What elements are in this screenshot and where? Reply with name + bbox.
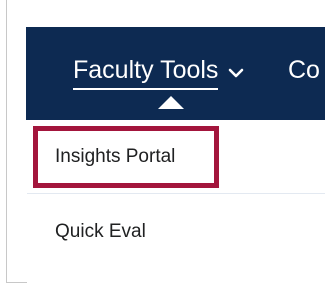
faculty-tools-dropdown: Insights Portal Quick Eval xyxy=(27,120,325,283)
menu-item-insights-portal[interactable]: Insights Portal xyxy=(27,120,325,194)
menu-item-quick-eval[interactable]: Quick Eval xyxy=(27,194,325,270)
nav-faculty-tools-label: Faculty Tools xyxy=(73,55,219,90)
dropdown-caret xyxy=(158,96,184,109)
nav-faculty-tools-menu[interactable]: Faculty Tools xyxy=(73,55,244,90)
chevron-down-icon xyxy=(229,68,244,77)
nav-next-item[interactable]: Co xyxy=(288,55,320,85)
